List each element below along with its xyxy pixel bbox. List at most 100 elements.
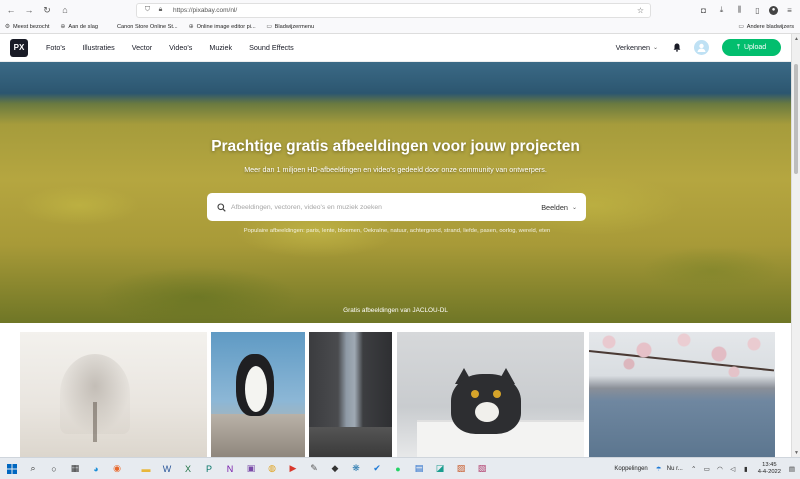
bookmark-item[interactable]: ⚙ Meest bezocht <box>4 23 50 31</box>
app-icon[interactable]: ◪ <box>431 460 449 478</box>
system-clock[interactable]: 13:45 4-4-2022 <box>758 462 781 476</box>
onenote-icon[interactable]: N <box>221 460 239 478</box>
edge-icon[interactable]: ◕ <box>87 460 105 478</box>
scrollbar-thumb[interactable] <box>794 64 798 174</box>
links-toolbar[interactable]: Koppelingen <box>614 466 647 472</box>
nav-music[interactable]: Muziek <box>209 43 232 52</box>
app-icon[interactable]: ◆ <box>326 460 344 478</box>
photo-penguin[interactable] <box>211 332 305 457</box>
photo-cherry-blossom[interactable] <box>589 332 775 457</box>
rocks-shape <box>211 414 305 457</box>
shield-icon[interactable]: ⛉ <box>143 6 152 15</box>
bookmark-star-icon[interactable]: ☆ <box>637 6 644 15</box>
widgets-icon[interactable]: ▦ <box>66 460 84 478</box>
avatar[interactable] <box>694 40 709 55</box>
file-explorer-icon[interactable]: ▬ <box>137 460 155 478</box>
weather-icon[interactable]: ☂ <box>654 464 664 474</box>
word-icon[interactable]: W <box>158 460 176 478</box>
app-icon[interactable]: ▣ <box>242 460 260 478</box>
notification-icon[interactable]: ▤ <box>787 464 797 474</box>
pixabay-logo[interactable]: PX <box>10 38 28 57</box>
download-icon[interactable]: ⤓ <box>715 4 728 17</box>
volume-icon[interactable]: ◁ <box>728 464 738 474</box>
cat-muzzle-shape <box>475 402 499 422</box>
main-nav: Foto's Illustraties Vector Video's Muzie… <box>46 43 311 52</box>
bell-icon[interactable] <box>672 43 682 53</box>
app-icon[interactable]: ✔ <box>368 460 386 478</box>
app-icon[interactable]: ▶ <box>284 460 302 478</box>
blossom-shape <box>589 332 775 377</box>
network-icon[interactable]: ▭ <box>702 464 712 474</box>
search-type-dropdown[interactable]: Beelden ⌄ <box>541 203 577 212</box>
scroll-up-icon[interactable]: ▲ <box>792 34 800 43</box>
popular-searches[interactable]: Populaire afbeeldingen: paris, lente, bl… <box>214 227 580 235</box>
windows-start-icon[interactable] <box>3 460 21 478</box>
chevron-down-icon: ⌄ <box>571 204 577 211</box>
menu-icon[interactable]: ≡ <box>783 4 796 17</box>
reload-icon[interactable]: ↻ <box>40 3 54 17</box>
url-text[interactable]: https://pixabay.com/nl/ <box>173 7 637 14</box>
upload-icon: ⤒ <box>736 43 740 51</box>
battery-icon[interactable]: ▮ <box>741 464 751 474</box>
scroll-down-icon[interactable]: ▼ <box>792 448 800 457</box>
nav-vector[interactable]: Vector <box>132 43 152 52</box>
hero-banner: Prachtige gratis afbeeldingen voor jouw … <box>0 62 791 323</box>
whatsapp-icon[interactable]: ● <box>389 460 407 478</box>
nav-photos[interactable]: Foto's <box>46 43 65 52</box>
cat-eye-shape <box>471 390 479 398</box>
bookmark-icon <box>108 23 115 30</box>
app-icon[interactable]: ▧ <box>473 460 491 478</box>
windows-taskbar: ⌕ ○ ▦ ◕ ◉ ▬ W X P N ▣ ◍ ▶ ✎ ◆ ❋ ✔ ● ▤ ◪ … <box>0 457 800 479</box>
lock-icon[interactable]: 🔒︎ <box>156 6 165 15</box>
back-icon[interactable]: ← <box>4 3 18 17</box>
app-icon[interactable]: ▤ <box>410 460 428 478</box>
weather-text[interactable]: Nu r... <box>667 466 683 472</box>
ground-shape <box>309 427 392 457</box>
search-icon[interactable]: ⌕ <box>24 460 42 478</box>
bookmark-item[interactable]: ▭ Bladwijzermenu <box>266 23 314 31</box>
address-bar[interactable]: ⛉ 🔒︎ https://pixabay.com/nl/ ☆ <box>136 2 651 18</box>
browser-toolbar: ← → ↻ ⌂ ⛉ 🔒︎ https://pixabay.com/nl/ ☆ ◘… <box>0 0 800 20</box>
site-header: PX Foto's Illustraties Vector Video's Mu… <box>0 34 791 62</box>
bookmark-item[interactable]: ⊕ Aan de slag <box>59 23 98 31</box>
search-input[interactable] <box>231 203 542 211</box>
app-icon[interactable]: ❋ <box>347 460 365 478</box>
firefox-icon[interactable]: ◉ <box>108 460 126 478</box>
nav-sound-effects[interactable]: Sound Effects <box>249 43 294 52</box>
nav-videos[interactable]: Video's <box>169 43 192 52</box>
task-view-icon[interactable]: ○ <box>45 460 63 478</box>
pocket-icon[interactable]: ◘ <box>697 4 710 17</box>
hero-subtitle: Meer dan 1 miljoen HD-afbeeldingen en vi… <box>244 165 547 174</box>
hero-title: Prachtige gratis afbeeldingen voor jouw … <box>211 138 580 155</box>
chevron-up-icon[interactable]: ⌃ <box>689 464 699 474</box>
photo-credit[interactable]: Gratis afbeeldingen van JACLOU-DL <box>0 307 791 314</box>
wifi-icon[interactable]: ◠ <box>715 464 725 474</box>
photo-alley[interactable] <box>309 332 392 457</box>
sidebar-icon[interactable]: ▯ <box>751 4 764 17</box>
explore-dropdown[interactable]: Verkennen ⌄ <box>616 43 658 52</box>
upload-button[interactable]: ⤒ Upload <box>722 39 781 56</box>
folder-icon: ▭ <box>266 24 272 30</box>
globe-icon: ⊕ <box>60 24 66 30</box>
bookmark-item[interactable]: ⊕ Online image editor pi... <box>188 23 256 31</box>
other-bookmarks[interactable]: ▭ Andere bladwijzers <box>738 23 794 31</box>
library-icon[interactable]: ⫼ <box>733 4 746 17</box>
account-icon[interactable]: ● <box>769 5 778 15</box>
search-icon[interactable] <box>216 202 227 213</box>
search-bar: Beelden ⌄ <box>207 193 586 221</box>
nav-illustrations[interactable]: Illustraties <box>82 43 114 52</box>
bookmark-item[interactable]: Canon Store Online St... <box>108 23 178 30</box>
page-scrollbar[interactable]: ▲ ▼ <box>791 34 800 457</box>
penguin-belly-shape <box>245 366 267 412</box>
app-icon[interactable]: ✎ <box>305 460 323 478</box>
excel-icon[interactable]: X <box>179 460 197 478</box>
home-icon[interactable]: ⌂ <box>58 3 72 17</box>
image-gallery <box>0 323 791 457</box>
photo-cat[interactable] <box>397 332 584 457</box>
browser-chrome: ← → ↻ ⌂ ⛉ 🔒︎ https://pixabay.com/nl/ ☆ ◘… <box>0 0 800 34</box>
chrome-icon[interactable]: ◍ <box>263 460 281 478</box>
publisher-icon[interactable]: P <box>200 460 218 478</box>
photo-foggy-tree[interactable] <box>20 332 207 457</box>
forward-icon[interactable]: → <box>22 3 36 17</box>
app-icon[interactable]: ▨ <box>452 460 470 478</box>
